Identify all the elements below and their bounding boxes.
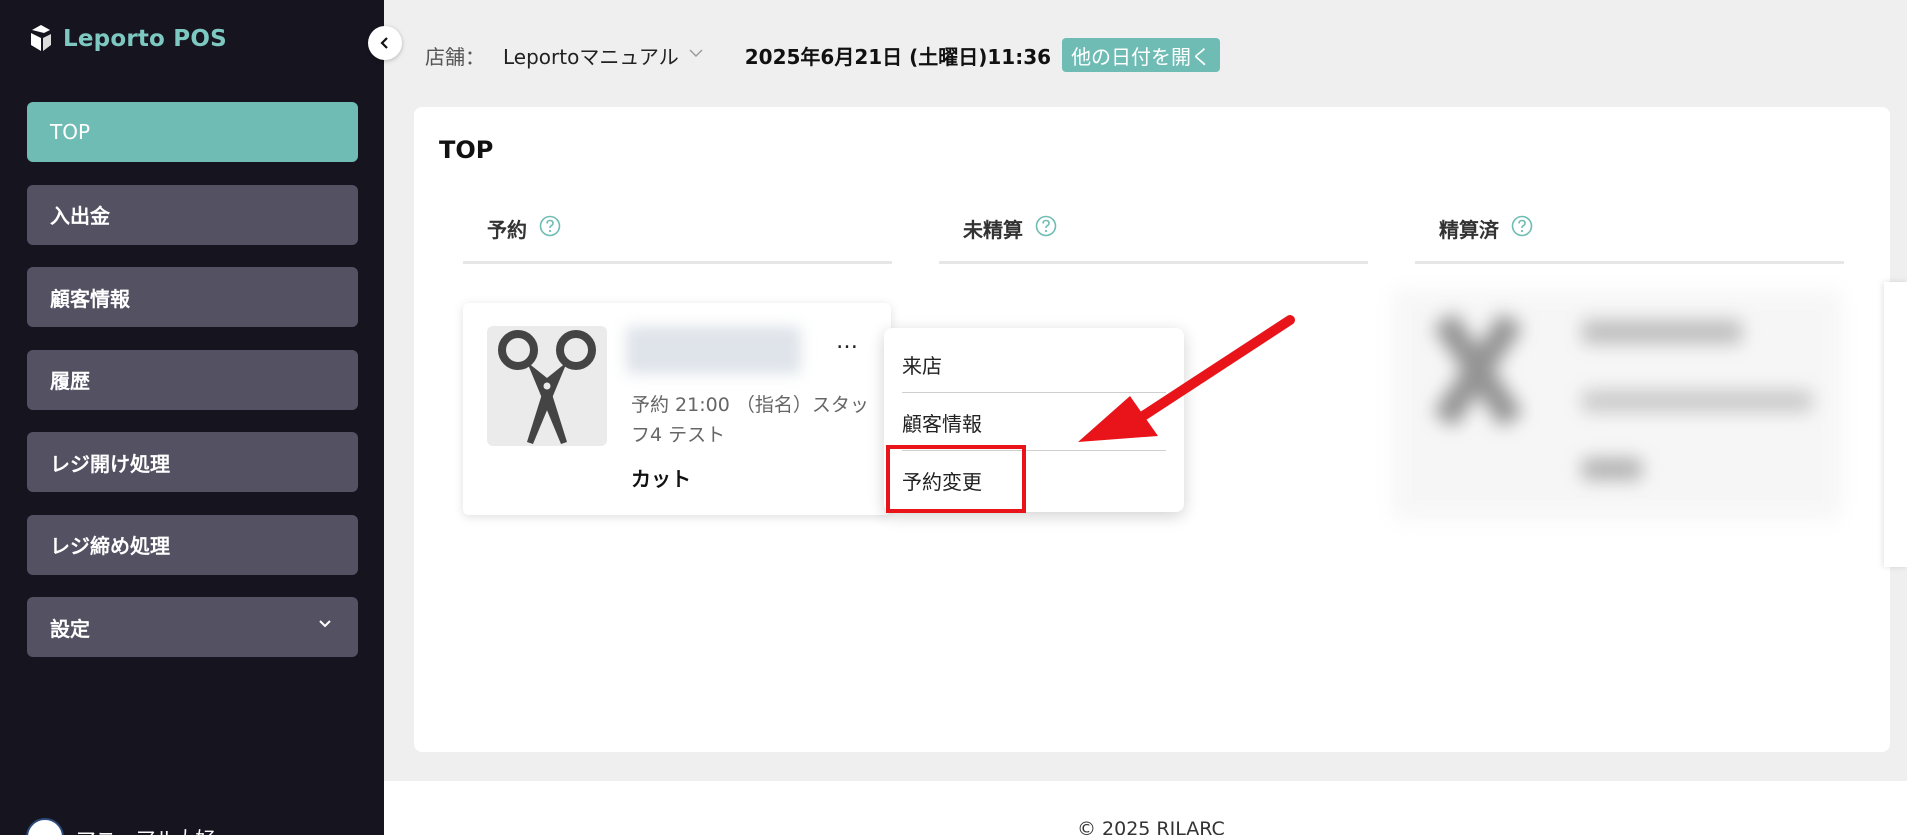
chevron-down-icon	[319, 620, 331, 628]
sidebar-item-label: レジ開け処理	[50, 451, 170, 476]
sidebar-item-register-open[interactable]: レジ開け処理	[27, 432, 358, 492]
help-icon[interactable]	[539, 215, 561, 237]
blurred-reservation-card	[1392, 290, 1842, 530]
sidebar-item-settings[interactable]: 設定	[27, 597, 358, 657]
copyright-text: © 2025 RILARC	[1077, 818, 1225, 835]
store-selector[interactable]: Leportoマニュアル	[503, 41, 679, 70]
sidebar-item-label: 顧客情報	[50, 286, 130, 311]
open-other-date-button[interactable]: 他の日付を開く	[1062, 38, 1221, 72]
app-logo[interactable]: Leporto POS	[28, 24, 227, 54]
header-bar: 店舗： Leportoマニュアル 2025年6月21日 (土曜日)11:36 他…	[425, 38, 1221, 72]
column-header-reservations: 予約	[463, 214, 892, 264]
user-name: マニュアル大好	[76, 823, 215, 835]
sidebar-item-deposit-withdrawal[interactable]: 入出金	[27, 184, 358, 245]
app-name: Leporto POS	[63, 26, 227, 52]
sidebar-item-history[interactable]: 履歴	[27, 349, 358, 410]
chevron-left-icon	[380, 37, 388, 49]
annotation-arrow	[1078, 315, 1295, 442]
chevron-down-icon[interactable]	[689, 48, 703, 58]
current-datetime: 2025年6月21日 (土曜日)11:36	[744, 44, 1052, 69]
annotation-highlight-box	[886, 445, 1026, 513]
sidebar-item-label: レジ締め処理	[50, 534, 170, 558]
sidebar-nav: TOP 入出金 顧客情報 履歴 レジ開け処理 レジ締め処理 設定	[27, 102, 358, 680]
customer-name-blurred	[626, 326, 801, 374]
sidebar: Leporto POS TOP 入出金 顧客情報 履歴 レジ開け処理 レジ締め処…	[0, 0, 384, 835]
page-title: TOP	[439, 136, 494, 164]
sidebar-collapse-button[interactable]	[368, 26, 402, 60]
sidebar-item-label: 入出金	[50, 204, 110, 228]
sidebar-item-top[interactable]: TOP	[27, 102, 358, 162]
column-title: 精算済	[1439, 218, 1499, 242]
avatar	[26, 818, 64, 835]
help-icon[interactable]	[1511, 215, 1533, 237]
user-profile[interactable]: マニュアル大好	[26, 818, 215, 835]
help-icon[interactable]	[1035, 215, 1057, 237]
logo-icon	[31, 25, 51, 51]
more-options-button[interactable]: …	[836, 329, 859, 354]
column-title: 予約	[487, 218, 527, 242]
sidebar-item-label: 履歴	[50, 369, 90, 393]
sidebar-item-customer-info[interactable]: 顧客情報	[27, 267, 358, 327]
sidebar-item-label: TOP	[50, 120, 91, 144]
scissors-icon	[498, 330, 596, 444]
reservation-info: 予約 21:00 （指名）スタッフ4 テスト	[631, 394, 869, 446]
sidebar-item-register-close[interactable]: レジ締め処理	[27, 514, 358, 575]
scroll-panel-edge	[1884, 282, 1907, 567]
column-header-unsettled: 未精算	[939, 214, 1368, 264]
reservation-menu-name: カット	[631, 467, 691, 491]
column-title: 未精算	[963, 218, 1023, 242]
column-header-settled: 精算済	[1415, 214, 1844, 264]
reservation-card[interactable]: … 予約 21:00 （指名）スタッフ4 テスト カット	[463, 303, 891, 515]
menu-thumbnail	[487, 326, 607, 446]
store-label: 店舗：	[425, 44, 485, 69]
sidebar-item-label: 設定	[50, 616, 90, 641]
